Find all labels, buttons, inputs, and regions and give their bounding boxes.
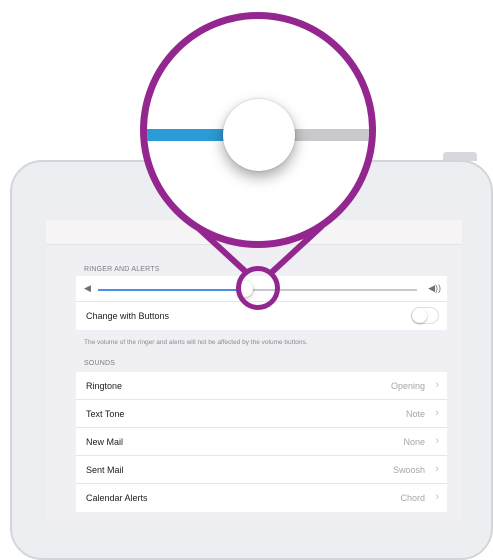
magnified-slider-thumb (223, 99, 295, 171)
magnifier-target-ring (236, 266, 280, 310)
magnifier-lens (140, 12, 376, 248)
